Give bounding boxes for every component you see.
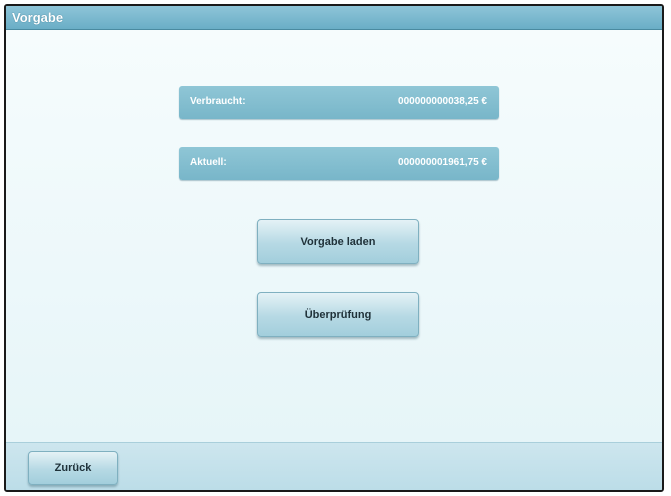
- consumed-value: 000000000038,25 €: [398, 96, 487, 107]
- footer-bar: Zurück: [6, 442, 662, 490]
- current-label: Aktuell:: [190, 157, 227, 168]
- load-preset-button[interactable]: Vorgabe laden: [257, 219, 419, 264]
- window-title: Vorgabe: [12, 10, 64, 25]
- content-area: Verbraucht: 000000000038,25 € Aktuell: 0…: [6, 30, 662, 442]
- title-bar: Vorgabe: [6, 6, 662, 30]
- consumed-amount-box: Verbraucht: 000000000038,25 €: [179, 86, 499, 119]
- back-button[interactable]: Zurück: [28, 451, 118, 485]
- current-value: 000000001961,75 €: [398, 157, 487, 168]
- current-amount-box: Aktuell: 000000001961,75 €: [179, 147, 499, 180]
- check-button[interactable]: Überprüfung: [257, 292, 419, 337]
- main-window: Vorgabe Verbraucht: 000000000038,25 € Ak…: [4, 4, 664, 492]
- consumed-label: Verbraucht:: [190, 96, 246, 107]
